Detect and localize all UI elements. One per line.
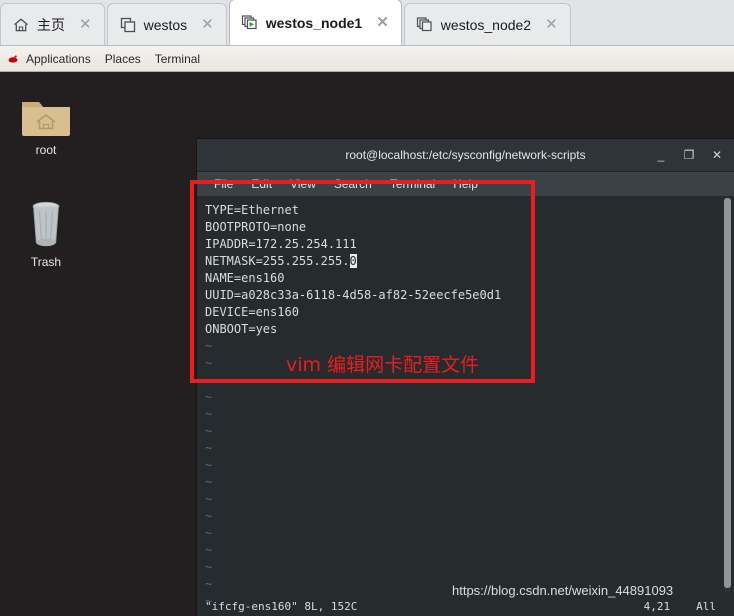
file-line: DEVICE=ens160: [205, 305, 299, 319]
tab-label: westos: [143, 16, 188, 33]
gnome-desktop: root Trash root@localhost:/etc/sysconfig…: [0, 72, 734, 616]
scrollbar-thumb[interactable]: [724, 198, 731, 588]
tab-home[interactable]: 主页 ✕: [0, 3, 105, 45]
netmask-text: NETMASK=255.255.255.: [205, 254, 350, 268]
file-line: NAME=ens160: [205, 271, 285, 285]
menu-applications[interactable]: Applications: [22, 52, 101, 66]
vim-empty-line: ~: [205, 492, 213, 506]
tab-westos-node1[interactable]: westos_node1 ✕: [228, 0, 402, 45]
vim-empty-lines: ~~~~~~~~~~~~~~~~~~~~~: [205, 338, 734, 616]
menu-item-search[interactable]: Search: [325, 177, 381, 191]
file-line: IPADDR=172.25.254.111: [205, 237, 357, 251]
desktop-icon-root[interactable]: root: [2, 80, 90, 157]
home-icon: [12, 16, 30, 34]
vm-windows-icon: [119, 16, 137, 34]
vim-status-line: "ifcfg-ens160" 8L, 152C 4,21 All: [205, 598, 720, 615]
redhat-icon: [6, 52, 20, 66]
minimize-button[interactable]: _: [654, 149, 668, 161]
tab-label: westos_node2: [440, 16, 532, 33]
window-controls: _ ❐ ✕: [654, 139, 724, 171]
desktop-icon-trash[interactable]: Trash: [2, 192, 90, 269]
vim-empty-line: ~: [205, 526, 213, 540]
vm-tab-strip: 主页 ✕ westos ✕ westos_node1 ✕ westos_node…: [0, 0, 734, 46]
desktop-icon-label: root: [35, 143, 57, 157]
terminal-window[interactable]: root@localhost:/etc/sysconfig/network-sc…: [197, 139, 734, 616]
menu-terminal[interactable]: Terminal: [151, 52, 210, 66]
vim-cursor: 0: [349, 254, 357, 268]
desktop-icon-label: Trash: [30, 255, 62, 269]
screenshot-root: 主页 ✕ westos ✕ westos_node1 ✕ westos_node…: [0, 0, 734, 616]
vim-empty-line: ~: [205, 390, 213, 404]
tab-close-button[interactable]: ✕: [542, 15, 561, 34]
file-line: TYPE=Ethernet: [205, 203, 299, 217]
tab-close-button[interactable]: ✕: [373, 13, 392, 32]
menu-item-terminal[interactable]: Terminal: [381, 177, 444, 191]
terminal-titlebar[interactable]: root@localhost:/etc/sysconfig/network-sc…: [197, 139, 734, 172]
trash-icon: [2, 192, 90, 250]
vim-empty-line: ~: [205, 543, 213, 557]
vim-empty-line: ~: [205, 441, 213, 455]
tab-label: westos_node1: [265, 14, 363, 31]
annotation-note: vim 编辑网卡配置文件: [286, 354, 480, 376]
menu-places[interactable]: Places: [101, 52, 151, 66]
close-button[interactable]: ✕: [710, 149, 724, 161]
vim-empty-line: ~: [205, 407, 213, 421]
tab-label: 主页: [37, 16, 65, 33]
vim-empty-line: ~: [205, 509, 213, 523]
watermark-url: https://blog.csdn.net/weixin_44891093: [452, 583, 674, 598]
vim-editor-area[interactable]: TYPE=Ethernet BOOTPROTO=none IPADDR=172.…: [197, 196, 734, 616]
home-folder-icon: [2, 80, 90, 138]
file-line-netmask: NETMASK=255.255.255.0: [205, 253, 734, 270]
terminal-scrollbar[interactable]: [724, 198, 731, 593]
gnome-top-panel: Applications Places Terminal: [0, 46, 734, 72]
maximize-button[interactable]: ❐: [682, 149, 696, 161]
terminal-menubar: File Edit View Search Terminal Help: [197, 172, 734, 196]
menu-item-file[interactable]: File: [205, 177, 242, 191]
tab-close-button[interactable]: ✕: [198, 15, 217, 34]
vim-empty-line: ~: [205, 458, 213, 472]
file-line: UUID=a028c33a-6118-4d58-af82-52eecfe5e0d…: [205, 288, 502, 302]
vim-empty-line: ~: [205, 560, 213, 574]
file-line: ONBOOT=yes: [205, 322, 278, 336]
vim-status-position: 4,21: [643, 600, 671, 613]
terminal-title: root@localhost:/etc/sysconfig/network-sc…: [345, 148, 586, 162]
vm-running-icon: [241, 14, 259, 32]
vim-empty-line: ~: [205, 424, 213, 438]
tab-close-button[interactable]: ✕: [76, 15, 95, 34]
vim-status-file: "ifcfg-ens160" 8L, 152C: [205, 600, 358, 613]
vm-windows-icon: [416, 16, 434, 34]
file-line: BOOTPROTO=none: [205, 220, 307, 234]
vim-status-scroll: All: [696, 600, 716, 613]
tab-westos[interactable]: westos ✕: [106, 3, 227, 45]
vim-empty-line: ~: [205, 475, 213, 489]
menu-item-help[interactable]: Help: [444, 177, 487, 191]
tab-westos-node2[interactable]: westos_node2 ✕: [403, 3, 571, 45]
menu-item-view[interactable]: View: [281, 177, 325, 191]
menu-item-edit[interactable]: Edit: [242, 177, 281, 191]
